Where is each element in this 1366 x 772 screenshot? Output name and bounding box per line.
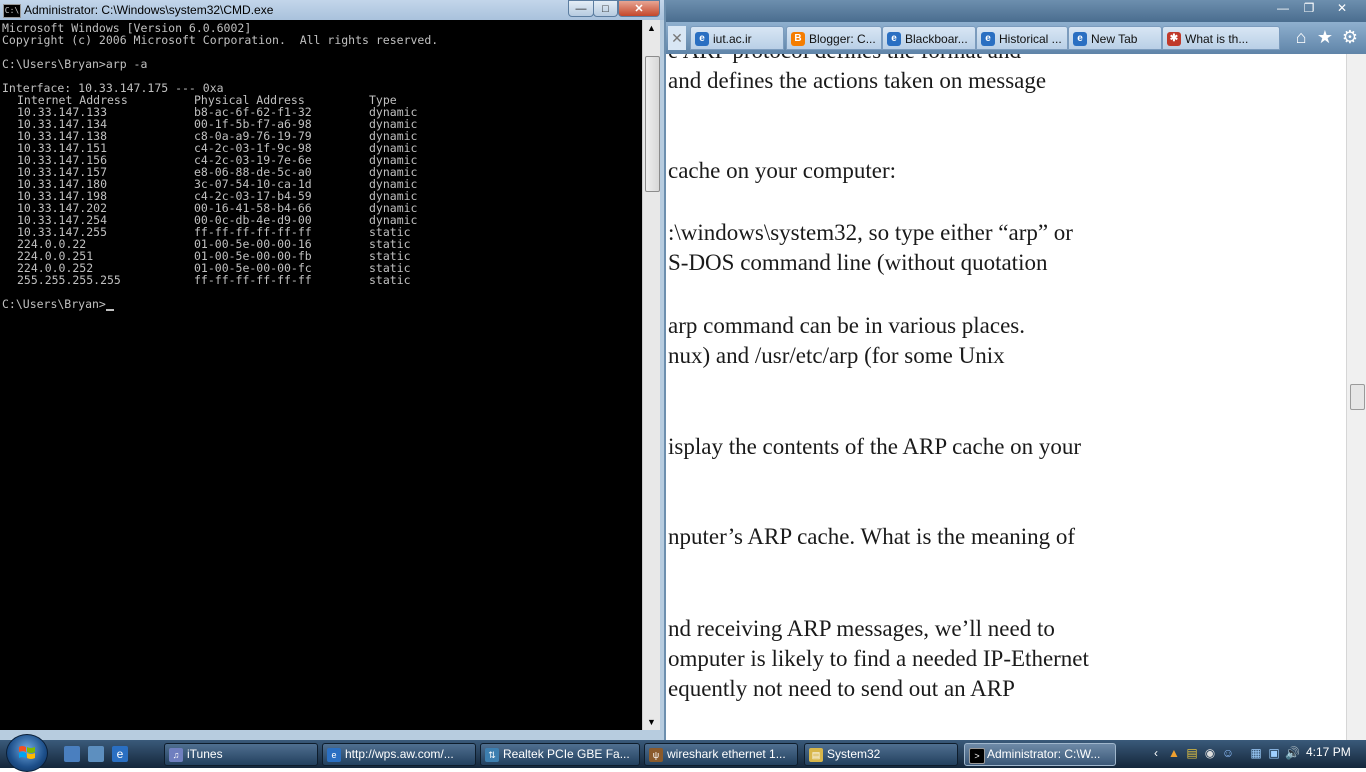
cmd-minimize-button[interactable]: —: [568, 0, 594, 17]
tab-label: Blogger: C...: [809, 32, 876, 46]
network-icon: ⇅: [485, 748, 499, 762]
taskbar-label: iTunes: [187, 747, 223, 761]
taskbar-button-cmd[interactable]: > Administrator: C:\W...: [964, 743, 1116, 766]
doc-line: nputer’s ARP cache. What is the meaning …: [668, 524, 1076, 549]
ie-icon: e: [695, 32, 709, 46]
tab-close-icon[interactable]: ✕: [668, 26, 686, 50]
minimize-button[interactable]: —: [1270, 0, 1296, 16]
folder-icon: ▤: [809, 748, 823, 762]
tab-blogger[interactable]: B Blogger: C...: [786, 26, 882, 50]
taskbar-label: Realtek PCIe GBE Fa...: [503, 747, 630, 761]
cmd-icon: >: [969, 748, 985, 764]
cmd-scrollbar[interactable]: ▲ ▼: [642, 20, 660, 730]
tray-display-icon[interactable]: ▣: [1267, 746, 1281, 760]
taskbar-button-browser[interactable]: e http://wps.aw.com/...: [322, 743, 476, 766]
ip-address-cell: 255.255.255.255: [17, 273, 121, 287]
tab-iut[interactable]: e iut.ac.ir: [690, 26, 784, 50]
taskbar-label: wireshark ethernet 1...: [667, 747, 786, 761]
restore-button[interactable]: ❐: [1296, 0, 1322, 16]
cmd-close-button[interactable]: ✕: [618, 0, 660, 17]
cmd-scrollbar-thumb[interactable]: [645, 56, 660, 192]
doc-line: equently not need to send out an ARP: [668, 676, 1015, 701]
tab-blackboard[interactable]: e Blackboar...: [882, 26, 976, 50]
prompt-line: C:\Users\Bryan>: [2, 297, 114, 311]
wireshark-icon: ψ: [649, 748, 663, 762]
tray-folder-icon[interactable]: ▤: [1185, 746, 1199, 760]
console-output[interactable]: Microsoft Windows [Version 6.0.6002] Cop…: [0, 20, 642, 730]
doc-line: isplay the contents of the ARP cache on …: [668, 434, 1082, 459]
ie-icon: e: [981, 32, 995, 46]
doc-line: S-DOS command line (without quotation: [668, 250, 1048, 275]
switch-windows-icon[interactable]: [88, 746, 104, 762]
tab-label: New Tab: [1091, 32, 1138, 46]
taskbar: e ♫ iTunes e http://wps.aw.com/... ⇅ Rea…: [0, 734, 1366, 772]
ie-icon: e: [1073, 32, 1087, 46]
tab-historical[interactable]: e Historical ...: [976, 26, 1068, 50]
taskbar-button-realtek[interactable]: ⇅ Realtek PCIe GBE Fa...: [480, 743, 640, 766]
doc-line: e ARP protocol defines the format and: [668, 54, 1021, 64]
tray-expand-icon[interactable]: ‹: [1149, 746, 1163, 760]
taskbar-label: Administrator: C:\W...: [987, 747, 1101, 761]
volume-icon[interactable]: 🔊: [1285, 746, 1300, 760]
doc-line: nux) and /usr/etc/arp (for some Unix: [668, 343, 1005, 368]
doc-line: arp command can be in various places.: [668, 313, 1026, 338]
doc-line: nd receiving ARP messages, we’ll need to: [668, 616, 1055, 641]
ie-icon: e: [887, 32, 901, 46]
joomla-icon: ✱: [1167, 32, 1181, 46]
itunes-icon: ♫: [169, 748, 183, 762]
taskbar-button-wireshark[interactable]: ψ wireshark ethernet 1...: [644, 743, 798, 766]
doc-line: cache on your computer:: [668, 158, 896, 183]
type-cell: static: [369, 273, 411, 287]
console-line: C:\Users\Bryan>arp -a: [2, 57, 148, 71]
tray-people-icon[interactable]: ☺: [1221, 746, 1235, 760]
tray-disc-icon[interactable]: ◉: [1203, 746, 1217, 760]
tab-label: Blackboar...: [905, 32, 968, 46]
doc-line: and defines the actions taken on message: [668, 68, 1047, 93]
tab-label: iut.ac.ir: [713, 32, 752, 46]
start-button[interactable]: [6, 734, 48, 772]
cmd-window: C:\ Administrator: C:\Windows\system32\C…: [0, 0, 666, 740]
physical-address-cell: ff-ff-ff-ff-ff-ff: [194, 273, 312, 287]
page-content: e ARP protocol defines the format and an…: [666, 54, 1346, 738]
close-button[interactable]: ✕: [1322, 0, 1362, 16]
windows-flag-icon: [19, 746, 35, 759]
home-icon[interactable]: ⌂: [1290, 26, 1312, 48]
tab-new-tab[interactable]: e New Tab: [1068, 26, 1162, 50]
cmd-title-bar[interactable]: C:\ Administrator: C:\Windows\system32\C…: [0, 0, 664, 20]
gear-icon[interactable]: ⚙: [1339, 26, 1361, 48]
scrollbar-thumb[interactable]: [1350, 384, 1365, 410]
scroll-up-arrow-icon[interactable]: ▲: [643, 20, 660, 36]
tab-label: Historical ...: [999, 32, 1062, 46]
prompt-text: C:\Users\Bryan>: [2, 297, 106, 311]
tray-app-icon[interactable]: ▲: [1167, 746, 1181, 760]
scroll-down-arrow-icon[interactable]: ▼: [643, 714, 660, 730]
taskbar-button-itunes[interactable]: ♫ iTunes: [164, 743, 318, 766]
tab-what-is[interactable]: ✱ What is th...: [1162, 26, 1280, 50]
ie-icon: e: [327, 748, 341, 762]
tab-label: What is th...: [1185, 32, 1249, 46]
ie-quicklaunch-icon[interactable]: e: [112, 746, 128, 762]
taskbar-button-system32[interactable]: ▤ System32: [804, 743, 958, 766]
show-desktop-icon[interactable]: [64, 746, 80, 762]
tray-network-icon[interactable]: ▦: [1249, 746, 1263, 760]
console-line: Copyright (c) 2006 Microsoft Corporation…: [2, 33, 439, 47]
cmd-maximize-button[interactable]: □: [593, 0, 618, 17]
cmd-title: Administrator: C:\Windows\system32\CMD.e…: [24, 3, 274, 17]
favorites-star-icon[interactable]: ★: [1314, 26, 1336, 48]
clock[interactable]: 4:17 PM: [1306, 745, 1351, 759]
text-cursor: [105, 309, 114, 311]
blogger-icon: B: [791, 32, 805, 46]
taskbar-label: http://wps.aw.com/...: [345, 747, 454, 761]
taskbar-label: System32: [827, 747, 881, 761]
page-scrollbar[interactable]: [1346, 54, 1366, 740]
doc-line: :\windows\system32, so type either “arp”…: [668, 220, 1073, 245]
doc-line: omputer is likely to find a needed IP-Et…: [668, 646, 1089, 671]
cmd-icon: C:\: [3, 4, 21, 18]
